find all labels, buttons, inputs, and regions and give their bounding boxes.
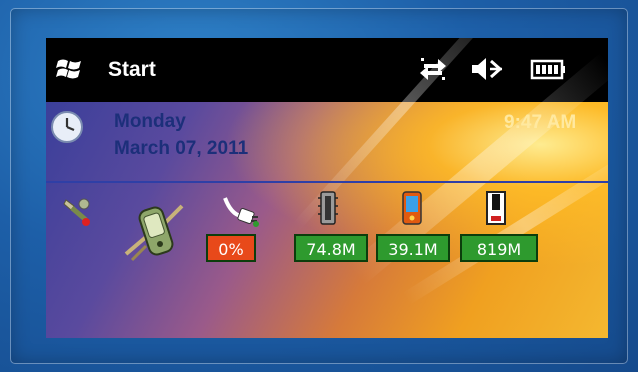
memory-chip-icon[interactable] bbox=[316, 190, 340, 231]
memory-stat-box[interactable]: 74.8M bbox=[294, 234, 368, 262]
storage-stat-box[interactable]: 39.1M bbox=[376, 234, 450, 262]
power-plug-icon[interactable] bbox=[221, 194, 261, 233]
start-button[interactable]: Start bbox=[108, 58, 156, 82]
gps-device-icon[interactable] bbox=[120, 196, 192, 273]
storage-card-icon[interactable] bbox=[484, 190, 508, 231]
date-label[interactable]: March 07, 2011 bbox=[114, 138, 248, 160]
time-label[interactable]: 9:47 AM bbox=[504, 112, 576, 134]
pda-storage-icon[interactable] bbox=[400, 190, 424, 231]
battery-stat-box[interactable]: 0% bbox=[206, 234, 256, 262]
device-screen: Start Monday March 07, 2011 9:47 AM 0% 7… bbox=[46, 38, 608, 338]
storage-card-stat-box[interactable]: 819M bbox=[460, 234, 538, 262]
clock-icon[interactable] bbox=[50, 110, 84, 144]
settings-tool-icon[interactable] bbox=[60, 194, 96, 235]
today-screen: Monday March 07, 2011 9:47 AM 0% 74.8M 3… bbox=[46, 38, 608, 338]
section-divider bbox=[46, 181, 608, 183]
day-label[interactable]: Monday bbox=[114, 111, 186, 133]
windows-logo-icon[interactable] bbox=[56, 56, 84, 82]
speaker-muted-icon[interactable] bbox=[470, 54, 504, 84]
battery-icon[interactable] bbox=[530, 54, 566, 84]
taskbar: Start bbox=[46, 38, 608, 102]
